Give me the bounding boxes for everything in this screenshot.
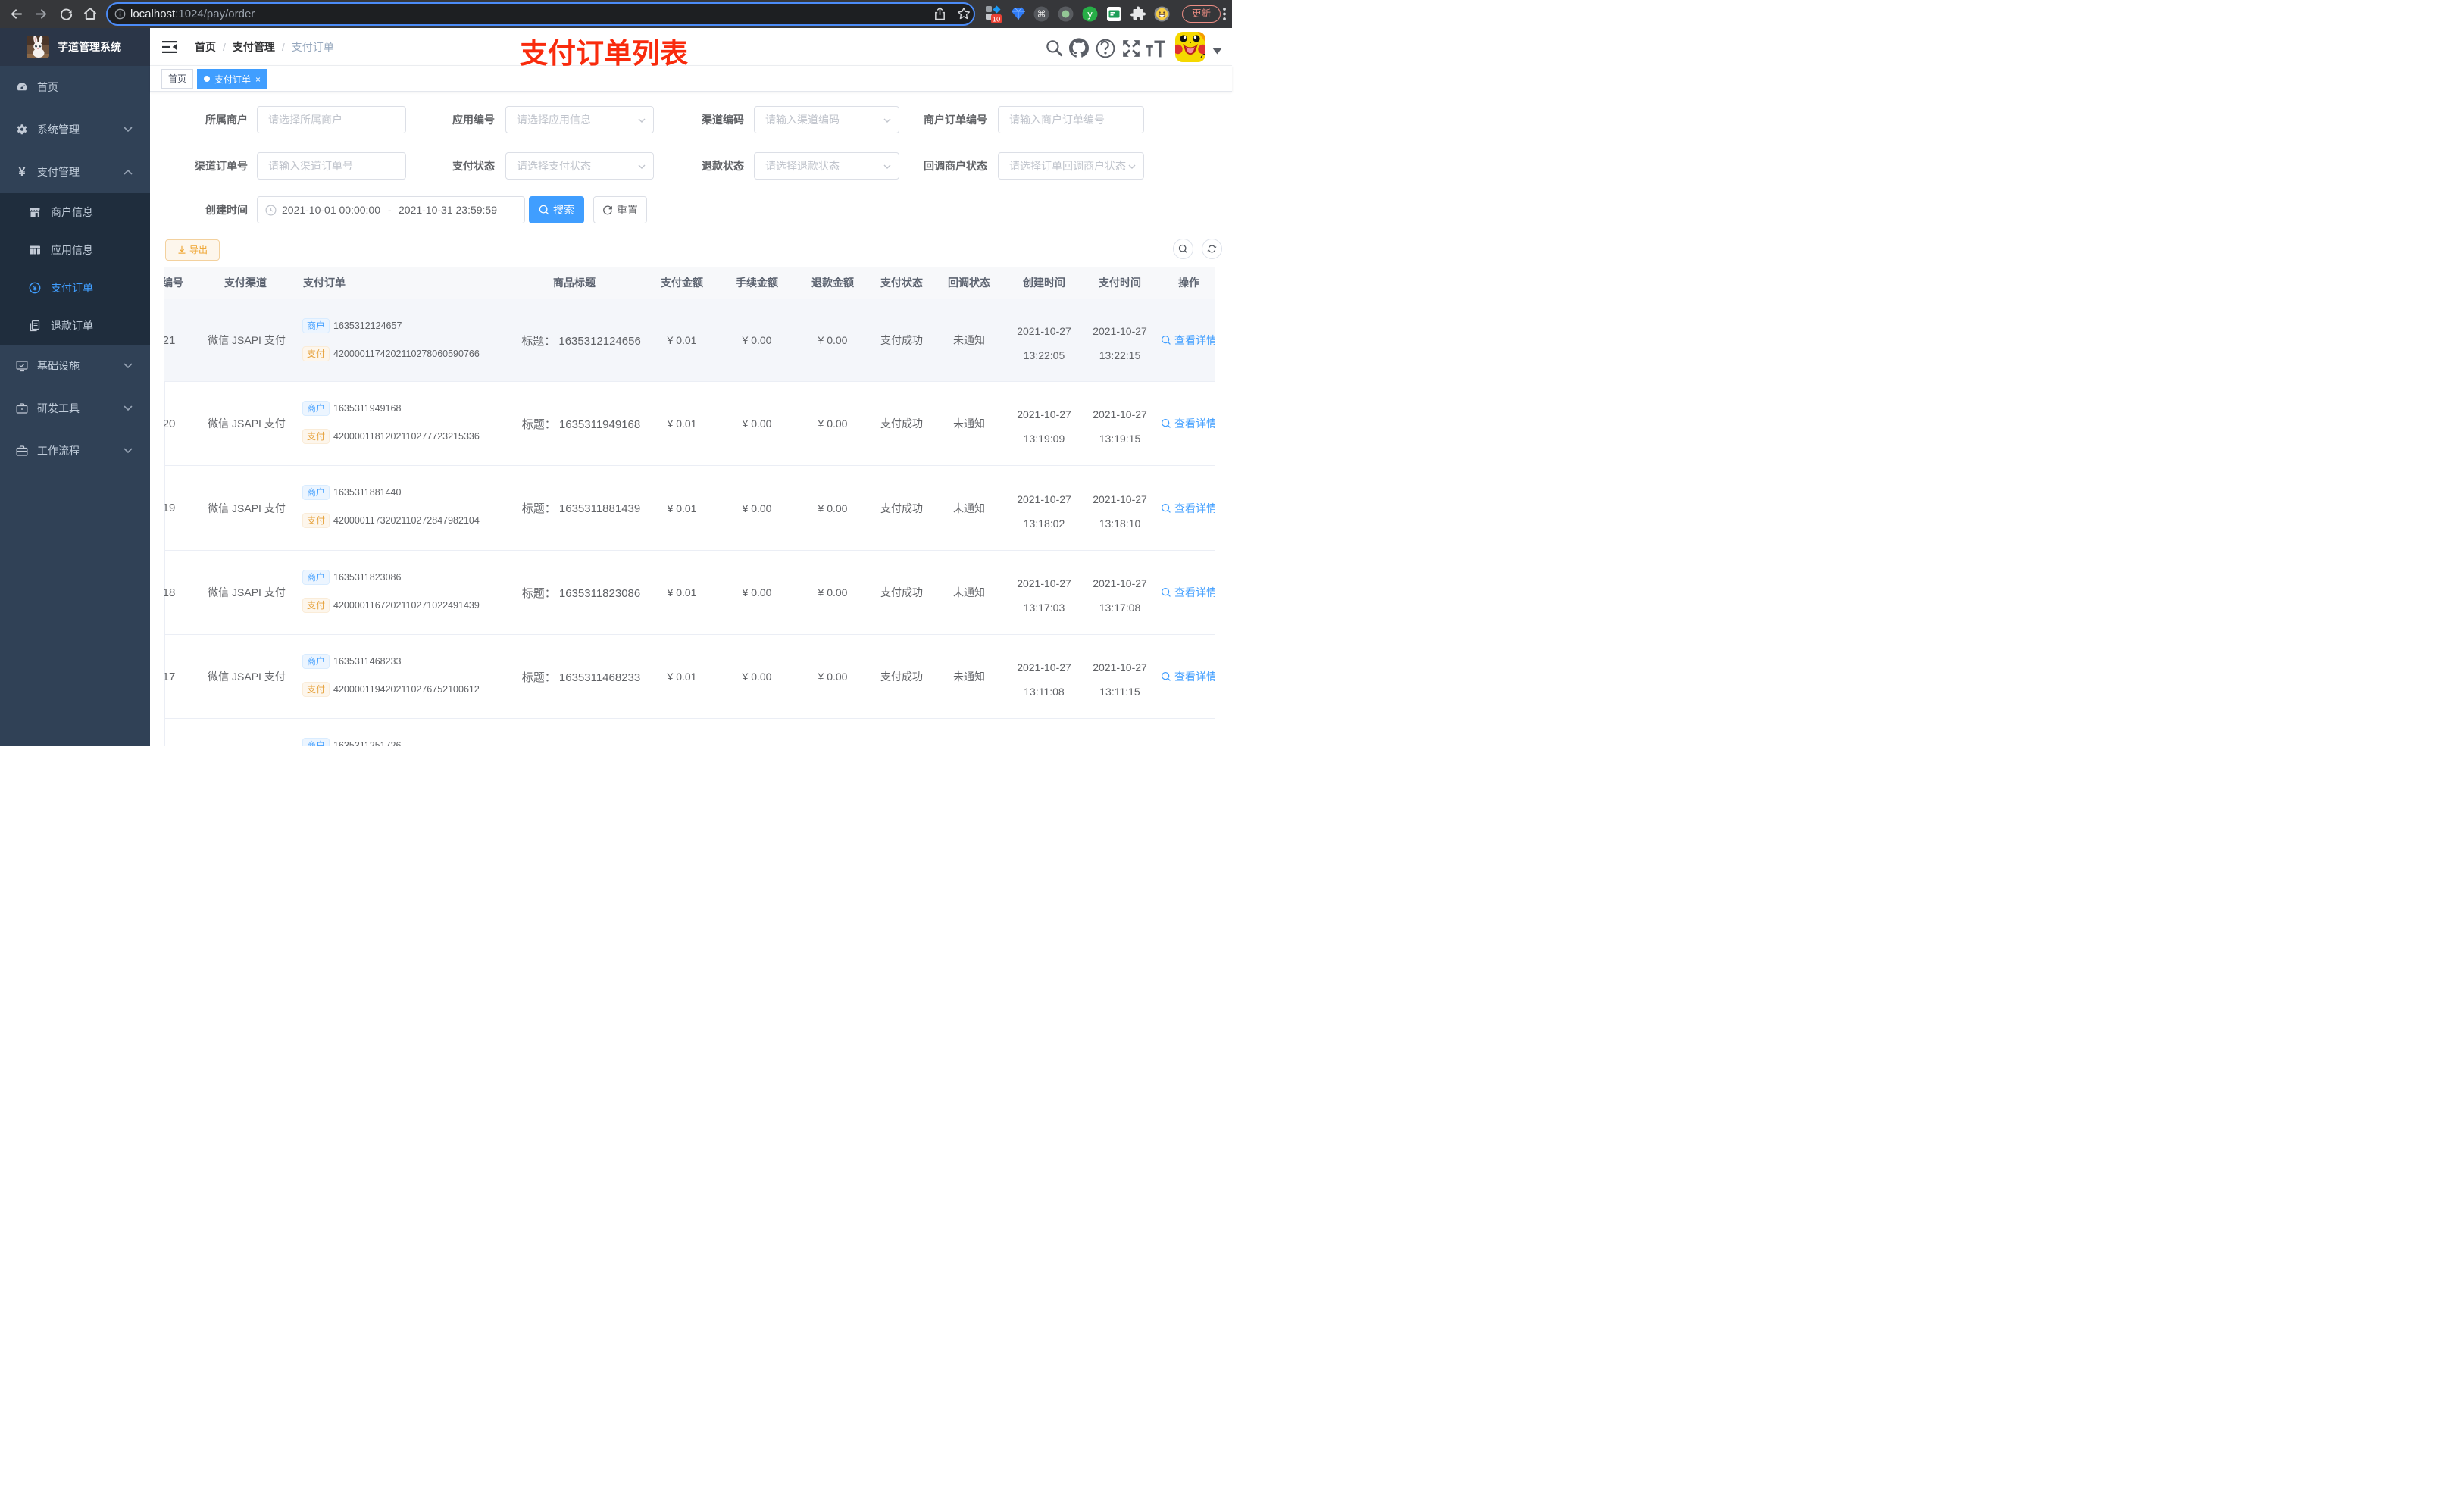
svg-text:10: 10	[993, 16, 1001, 24]
svg-text:¥: ¥	[33, 285, 37, 293]
svg-text:y: y	[1087, 8, 1093, 20]
svg-text:⌘: ⌘	[1037, 9, 1046, 20]
